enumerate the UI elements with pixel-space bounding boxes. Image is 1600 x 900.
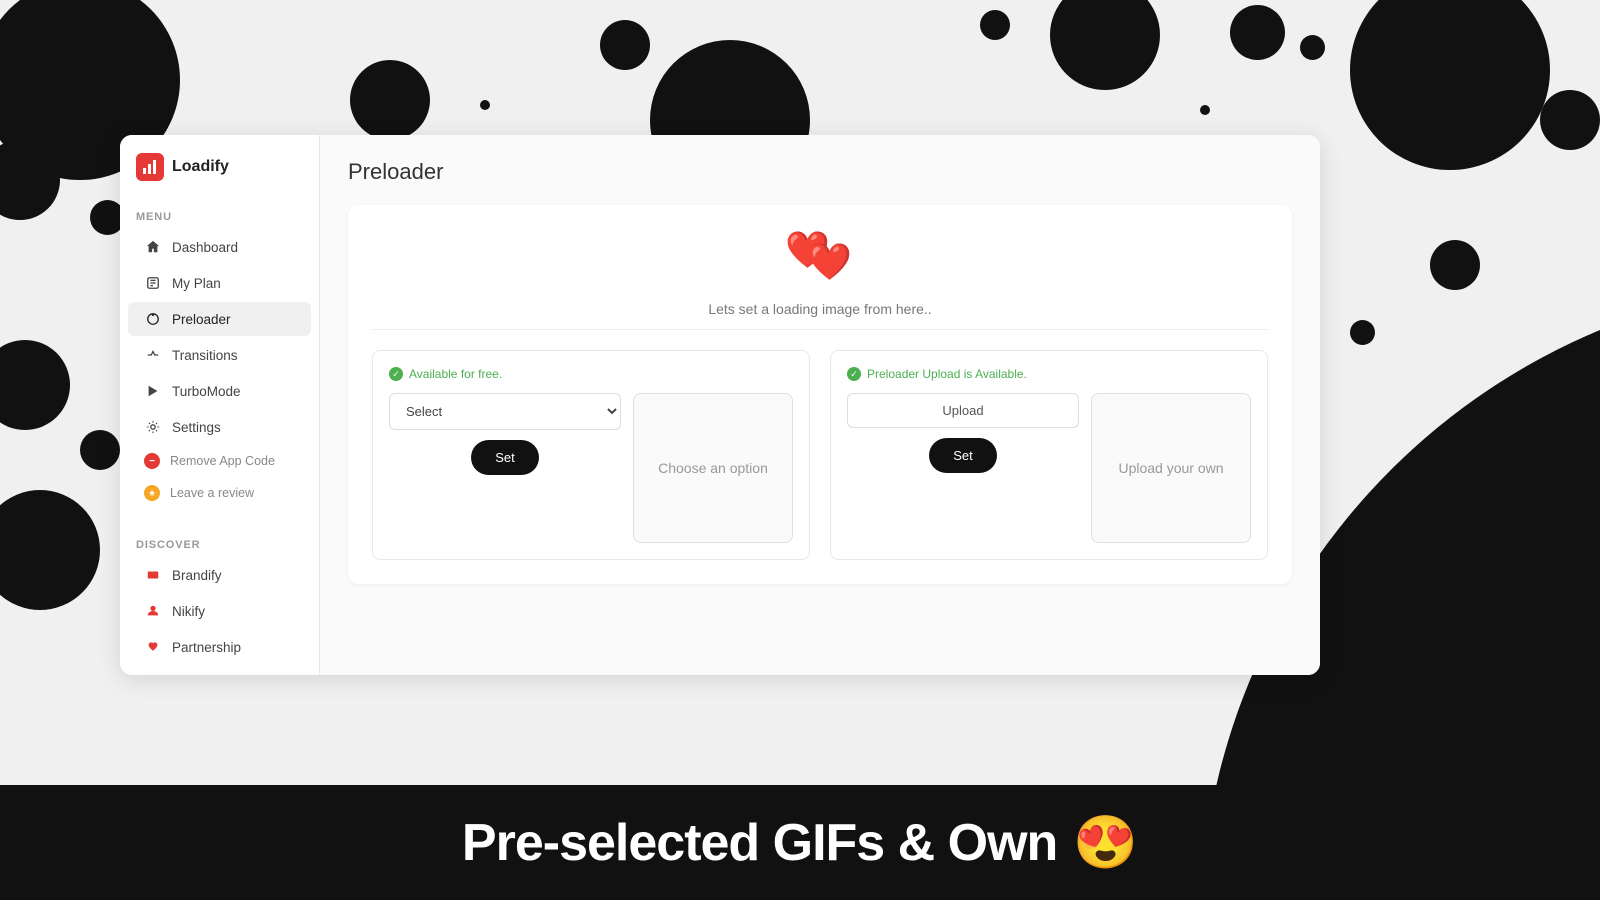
- nikify-icon: [144, 602, 162, 620]
- check-icon: ✓: [389, 367, 403, 381]
- discover-label: Discover: [120, 525, 319, 557]
- dot: [1350, 320, 1375, 345]
- hearts-icon: ❤️ ❤️: [785, 229, 855, 289]
- app-logo: Loadify: [120, 135, 319, 197]
- app-name: Loadify: [172, 158, 229, 176]
- remove-icon: −: [144, 453, 160, 469]
- dot: [350, 60, 430, 140]
- left-set-button[interactable]: Set: [471, 440, 539, 475]
- bottom-emoji: 😍: [1073, 812, 1138, 873]
- turbomode-label: TurboMode: [172, 384, 241, 399]
- brandify-label: Brandify: [172, 568, 222, 583]
- transitions-icon: [144, 346, 162, 364]
- sidebar-item-about[interactable]: About: [128, 666, 311, 675]
- about-icon: [144, 674, 162, 675]
- turbo-icon: [144, 382, 162, 400]
- sidebar: Loadify MENU Dashboard My Plan: [120, 135, 320, 675]
- partnership-icon: [144, 638, 162, 656]
- sidebar-item-nikify[interactable]: Nikify: [128, 594, 311, 628]
- left-preview-box: Choose an option: [633, 393, 793, 543]
- dot: [1540, 90, 1600, 150]
- dot: [1430, 240, 1480, 290]
- gif-select[interactable]: Select Hearts Spinner Bouncing Dots Load…: [389, 393, 621, 430]
- logo-svg: [141, 158, 159, 176]
- right-preview-box: Upload your own: [1091, 393, 1251, 543]
- settings-icon: [144, 418, 162, 436]
- main-content: Preloader ❤️ ❤️ Lets set a loading image…: [320, 135, 1320, 675]
- left-panel-inner: Select Hearts Spinner Bouncing Dots Load…: [389, 393, 793, 543]
- left-panel: ✓ Available for free. Select Hearts Spin…: [372, 350, 810, 560]
- right-set-button[interactable]: Set: [929, 438, 997, 473]
- myplan-label: My Plan: [172, 276, 221, 291]
- dot: [0, 340, 70, 430]
- home-icon: [144, 238, 162, 256]
- select-wrapper: Select Hearts Spinner Bouncing Dots Load…: [389, 393, 621, 475]
- dot: [0, 490, 100, 610]
- dot: [80, 430, 120, 470]
- sidebar-item-partnership[interactable]: Partnership: [128, 630, 311, 664]
- dot: [1560, 460, 1578, 478]
- sidebar-item-myplan[interactable]: My Plan: [128, 266, 311, 300]
- dot: [480, 100, 490, 110]
- logo-icon: [136, 153, 164, 181]
- dot: [1430, 450, 1490, 510]
- dot: [1050, 0, 1160, 90]
- right-panel: ✓ Preloader Upload is Available. Upload …: [830, 350, 1268, 560]
- brandify-icon: [144, 566, 162, 584]
- sidebar-item-transitions[interactable]: Transitions: [128, 338, 311, 372]
- sidebar-item-preloader[interactable]: Preloader: [128, 302, 311, 336]
- dot: [1350, 0, 1550, 170]
- sidebar-item-brandify[interactable]: Brandify: [128, 558, 311, 592]
- preloader-icon: [144, 310, 162, 328]
- app-window: Loadify MENU Dashboard My Plan: [120, 135, 1320, 675]
- check-icon-right: ✓: [847, 367, 861, 381]
- bottom-bar: Pre-selected GIFs & Own 😍: [0, 785, 1600, 900]
- upload-wrapper: Upload Set: [847, 393, 1079, 473]
- dot: [980, 10, 1010, 40]
- right-panel-inner: Upload Set Upload your own: [847, 393, 1251, 543]
- heart-right: ❤️: [807, 241, 852, 283]
- transitions-label: Transitions: [172, 348, 238, 363]
- dashboard-label: Dashboard: [172, 240, 238, 255]
- panels-row: ✓ Available for free. Select Hearts Spin…: [372, 350, 1268, 560]
- sidebar-item-dashboard[interactable]: Dashboard: [128, 230, 311, 264]
- sidebar-item-remove-code[interactable]: − Remove App Code: [128, 446, 311, 476]
- preloader-label: Preloader: [172, 312, 231, 327]
- plan-icon: [144, 274, 162, 292]
- upload-button[interactable]: Upload: [847, 393, 1079, 428]
- content-card: ❤️ ❤️ Lets set a loading image from here…: [348, 205, 1292, 584]
- dot: [1300, 35, 1325, 60]
- right-panel-badge: ✓ Preloader Upload is Available.: [847, 367, 1027, 381]
- review-label: Leave a review: [170, 486, 254, 500]
- sidebar-item-leave-review[interactable]: ★ Leave a review: [128, 478, 311, 508]
- sidebar-item-settings[interactable]: Settings: [128, 410, 311, 444]
- menu-label: MENU: [120, 197, 319, 229]
- preloader-header: ❤️ ❤️ Lets set a loading image from here…: [372, 229, 1268, 330]
- left-panel-badge: ✓ Available for free.: [389, 367, 502, 381]
- remove-label: Remove App Code: [170, 454, 275, 468]
- nikify-label: Nikify: [172, 604, 205, 619]
- preloader-subtitle: Lets set a loading image from here..: [372, 301, 1268, 330]
- dot: [600, 20, 650, 70]
- review-icon: ★: [144, 485, 160, 501]
- sidebar-item-turbomode[interactable]: TurboMode: [128, 374, 311, 408]
- bottom-text: Pre-selected GIFs & Own: [462, 813, 1057, 873]
- page-title: Preloader: [348, 159, 1292, 185]
- partnership-label: Partnership: [172, 640, 241, 655]
- settings-label: Settings: [172, 420, 221, 435]
- dot: [1230, 5, 1285, 60]
- dot: [1200, 105, 1210, 115]
